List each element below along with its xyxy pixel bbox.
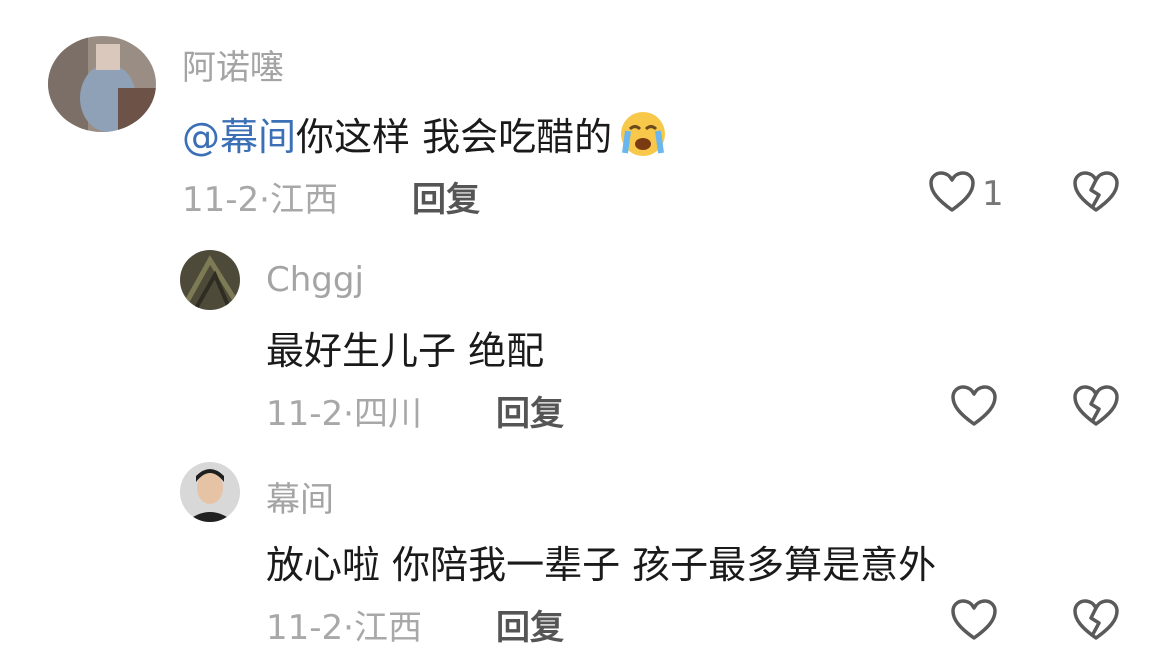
comment-date: 11-2 <box>266 608 344 648</box>
comment-text-content: 你这样 我会吃醋的 <box>296 115 613 159</box>
avatar[interactable] <box>180 250 240 310</box>
comment-date: 11-2 <box>266 394 344 434</box>
reply-button[interactable]: 回复 <box>496 600 564 649</box>
comment-meta: 11-2·四川 <box>266 386 422 435</box>
heart-icon <box>950 598 998 646</box>
comment-location: 江西 <box>269 180 338 220</box>
avatar[interactable] <box>48 36 156 132</box>
dislike-button[interactable] <box>1072 384 1120 432</box>
broken-heart-icon <box>1072 385 1120 432</box>
like-button[interactable] <box>950 384 998 432</box>
username[interactable]: Chggj <box>266 260 364 300</box>
username[interactable]: 阿诺噻 <box>182 40 284 89</box>
like-button[interactable]: 1 <box>928 170 1004 218</box>
loudly-crying-face-icon <box>616 111 670 166</box>
like-button[interactable] <box>950 598 998 646</box>
comment-date: 11-2 <box>182 180 260 220</box>
dislike-button[interactable] <box>1072 598 1120 646</box>
comment-location: 江西 <box>353 608 422 648</box>
dislike-button[interactable] <box>1072 170 1120 218</box>
broken-heart-icon <box>1072 171 1120 218</box>
comment-meta: 11-2·江西 <box>266 600 422 649</box>
comment-item: 阿诺噻 @幕间你这样 我会吃醋的 11-2·江西 回复 1 <box>0 0 1170 230</box>
comment-text: @幕间你这样 我会吃醋的 <box>182 106 670 166</box>
username[interactable]: 幕间 <box>266 472 334 521</box>
comment-location: 四川 <box>353 394 422 434</box>
heart-icon <box>928 170 976 218</box>
meta-separator: · <box>259 180 270 220</box>
like-count: 1 <box>982 174 1004 214</box>
reply-button[interactable]: 回复 <box>496 386 564 435</box>
reply-item: 幕间 放心啦 你陪我一辈子 孩子最多算是意外 11-2·江西 回复 <box>0 440 1170 671</box>
meta-separator: · <box>343 394 354 434</box>
comment-text: 放心啦 你陪我一辈子 孩子最多算是意外 <box>266 543 937 587</box>
heart-icon <box>950 384 998 432</box>
reply-item: Chggj 最好生儿子 绝配 11-2·四川 回复 <box>0 230 1170 440</box>
mention-link[interactable]: @幕间 <box>182 115 296 159</box>
comment-meta: 11-2·江西 <box>182 172 338 221</box>
comment-text: 最好生儿子 绝配 <box>266 329 545 373</box>
broken-heart-icon <box>1072 599 1120 646</box>
meta-separator: · <box>343 608 354 648</box>
avatar[interactable] <box>180 462 240 522</box>
reply-button[interactable]: 回复 <box>412 172 480 221</box>
